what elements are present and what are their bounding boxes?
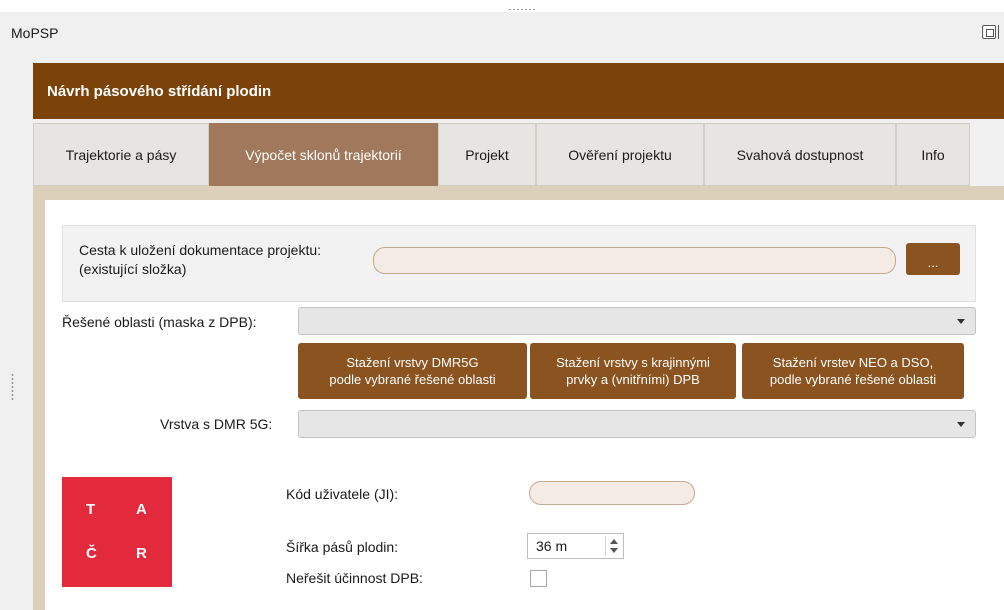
resize-grip-left[interactable] <box>11 373 14 401</box>
doc-path-label: Cesta k uložení dokumentace projektu: <box>79 242 322 258</box>
left-gutter <box>0 12 33 610</box>
download-dmr5g-line2: podle vybrané řešené oblasti <box>329 372 496 387</box>
window-title: MoPSP <box>11 25 59 41</box>
ignore-dpb-label: Neřešit účinnost DPB: <box>286 570 423 586</box>
download-landscape-line2: prvky a (vnitřními) DPB <box>566 372 700 387</box>
spin-buttons[interactable] <box>605 536 621 556</box>
strip-width-label: Šířka pásů plodin: <box>286 539 399 555</box>
logo-letter-t: T <box>86 501 96 518</box>
close-dock-icon[interactable] <box>998 25 1004 39</box>
logo-letter-c: Č <box>86 545 97 562</box>
download-landscape-line1: Stažení vrstvy s krajinnými <box>556 355 710 370</box>
user-code-input[interactable] <box>529 481 695 505</box>
banner-title: Návrh pásového střídání plodin <box>47 82 272 100</box>
resize-grip-top[interactable] <box>508 8 536 11</box>
logo-letter-a: A <box>136 501 147 518</box>
browse-button[interactable]: ... <box>906 243 960 275</box>
tab-info[interactable]: Info <box>896 123 970 186</box>
tab-bar: Trajektorie a pásy Výpočet sklonů trajek… <box>33 123 1004 186</box>
tacr-logo: T A Č R <box>62 477 172 587</box>
doc-path-sublabel: (existující složka) <box>79 261 187 277</box>
download-neo-dso-line1: Stažení vrstev NEO a DSO, <box>772 355 934 370</box>
tab-svahova-dostupnost[interactable]: Svahová dostupnost <box>704 123 896 186</box>
download-dmr5g-button[interactable]: Stažení vrstvy DMR5G podle vybrané řešen… <box>298 343 527 399</box>
download-dmr5g-line1: Stažení vrstvy DMR5G <box>346 355 479 370</box>
dmr-layer-combo[interactable] <box>298 410 976 438</box>
areas-label: Řešené oblasti (maska z DPB): <box>62 314 257 330</box>
dmr-layer-label: Vrstva s DMR 5G: <box>160 416 273 432</box>
chevron-down-icon <box>957 319 965 324</box>
float-dock-icon[interactable] <box>982 25 996 39</box>
user-code-label: Kód uživatele (JI): <box>286 486 399 502</box>
banner: Návrh pásového střídání plodin <box>33 63 1004 119</box>
tab-overeni-projektu[interactable]: Ověření projektu <box>536 123 704 186</box>
strip-width-spinbox[interactable]: 36 m <box>527 533 624 559</box>
strip-width-value: 36 m <box>536 538 568 554</box>
spin-up-icon[interactable] <box>610 539 618 544</box>
ignore-dpb-checkbox[interactable] <box>530 570 547 587</box>
logo-letter-r: R <box>136 545 147 562</box>
spin-down-icon[interactable] <box>610 548 618 553</box>
top-strip <box>0 0 1004 12</box>
download-neo-dso-line2: podle vybrané řešené oblasti <box>769 372 937 387</box>
download-landscape-button[interactable]: Stažení vrstvy s krajinnými prvky a (vni… <box>530 343 736 399</box>
tab-trajektorie-a-pasy[interactable]: Trajektorie a pásy <box>33 123 209 186</box>
chevron-down-icon <box>957 422 965 427</box>
tab-vypocet-sklonu[interactable]: Výpočet sklonů trajektorií <box>209 123 438 186</box>
tab-projekt[interactable]: Projekt <box>438 123 536 186</box>
doc-path-input[interactable] <box>373 247 896 274</box>
download-neo-dso-button[interactable]: Stažení vrstev NEO a DSO, podle vybrané … <box>742 343 964 399</box>
areas-combo[interactable] <box>298 307 976 335</box>
